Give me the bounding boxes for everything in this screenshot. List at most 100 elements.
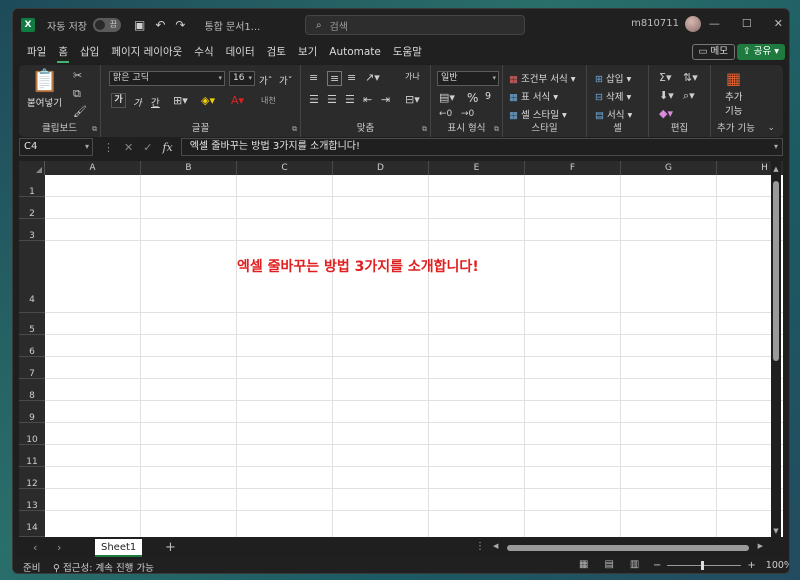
share-button[interactable]: ⇪ 공유 ▾ xyxy=(736,44,785,60)
align-right-icon[interactable]: ☰ xyxy=(345,93,355,106)
redo-icon[interactable]: ↷ xyxy=(175,18,185,32)
row-header-7[interactable]: 7 xyxy=(19,357,45,379)
name-box[interactable]: C4 ▾ xyxy=(19,138,93,156)
comments-button[interactable]: ▭ 메모 xyxy=(691,44,735,60)
save-icon[interactable]: ▣ xyxy=(134,18,145,32)
cell-styles-button[interactable]: ▦ 셀 스타일 ▾ xyxy=(509,107,567,121)
phonetic-button[interactable]: 내천 xyxy=(261,95,276,106)
undo-icon[interactable]: ↶ xyxy=(155,18,165,32)
cancel-icon[interactable]: ✕ xyxy=(124,141,133,154)
tab-home[interactable]: 홈 xyxy=(52,41,74,63)
grow-font-button[interactable]: 가ˆ xyxy=(259,73,273,87)
clipboard-launcher-icon[interactable]: ⧉ xyxy=(92,125,97,134)
select-all-corner[interactable] xyxy=(19,161,45,175)
tab-file[interactable]: 파일 xyxy=(21,41,52,63)
row-header-4[interactable]: 4 xyxy=(19,241,45,313)
maximize-icon[interactable]: ☐ xyxy=(742,17,752,30)
increase-indent-icon[interactable]: ⇥ xyxy=(381,93,390,106)
sort-filter-icon[interactable]: ⇅▾ xyxy=(683,71,698,84)
orientation-icon[interactable]: ↗▾ xyxy=(365,71,380,84)
document-name[interactable]: 통합 문서1... xyxy=(204,18,260,33)
percent-button[interactable]: % xyxy=(467,91,478,105)
cut-icon[interactable]: ✂ xyxy=(73,69,82,82)
normal-view-icon[interactable]: ▦ xyxy=(579,559,588,570)
addins-button[interactable]: 추가 기능 xyxy=(725,89,742,117)
sheet-tab-sheet1[interactable]: Sheet1 xyxy=(95,539,143,557)
autosave-toggle[interactable]: 끔 xyxy=(92,18,121,32)
delete-cells-button[interactable]: ⊟ 삭제 ▾ xyxy=(595,89,631,103)
align-center-icon[interactable]: ☰ xyxy=(327,93,337,106)
horizontal-scroll-thumb[interactable] xyxy=(507,545,749,551)
prev-sheet-icon[interactable]: ‹ xyxy=(33,541,37,554)
zoom-slider-knob[interactable] xyxy=(701,561,705,570)
clear-icon[interactable]: ◆▾ xyxy=(659,107,673,120)
wrap-text-button[interactable]: 가나 xyxy=(405,71,420,82)
row-header-1[interactable]: 1 xyxy=(19,175,45,197)
autosum-icon[interactable]: Σ▾ xyxy=(659,71,671,84)
addins-icon[interactable]: ▦ xyxy=(726,69,741,88)
increase-decimal-icon[interactable]: ←0 xyxy=(439,109,452,119)
tab-view[interactable]: 보기 xyxy=(292,41,323,63)
zoom-level[interactable]: 100% xyxy=(766,560,789,571)
row-header-12[interactable]: 12 xyxy=(19,467,45,489)
shrink-font-button[interactable]: 가ˇ xyxy=(279,73,293,87)
next-sheet-icon[interactable]: › xyxy=(57,541,61,554)
tab-split-handle[interactable]: ⋮ xyxy=(475,541,485,552)
column-header-f[interactable]: F xyxy=(525,161,621,175)
tab-page-layout[interactable]: 페이지 레이아웃 xyxy=(105,41,188,63)
row-header-5[interactable]: 5 xyxy=(19,313,45,335)
align-top-icon[interactable]: ≡ xyxy=(309,71,318,84)
border-icon[interactable]: ⊞▾ xyxy=(173,94,188,107)
close-icon[interactable]: ✕ xyxy=(774,17,783,30)
formula-input[interactable]: 엑셀 줄바꾸는 방법 3가지를 소개합니다! ▾ xyxy=(180,138,783,156)
row-header-9[interactable]: 9 xyxy=(19,401,45,423)
find-select-icon[interactable]: ⌕▾ xyxy=(683,89,695,103)
column-header-e[interactable]: E xyxy=(429,161,525,175)
ribbon-collapse-icon[interactable]: ⌄ xyxy=(767,123,775,133)
vertical-scrollbar[interactable]: ▲ ▼ xyxy=(771,161,781,537)
align-bottom-icon[interactable]: ≡ xyxy=(347,71,356,84)
tab-data[interactable]: 데이터 xyxy=(220,41,261,63)
italic-button[interactable]: 가 xyxy=(133,95,142,109)
row-header-11[interactable]: 11 xyxy=(19,445,45,467)
fill-icon[interactable]: ⬇▾ xyxy=(659,89,674,102)
paste-button[interactable]: 붙여넣기 xyxy=(27,95,62,109)
avatar[interactable] xyxy=(685,16,701,32)
row-header-3[interactable]: 3 xyxy=(19,219,45,241)
row-header-8[interactable]: 8 xyxy=(19,379,45,401)
tab-insert[interactable]: 삽입 xyxy=(74,41,105,63)
zoom-in-icon[interactable]: + xyxy=(747,560,755,571)
number-launcher-icon[interactable]: ⧉ xyxy=(494,125,499,134)
tab-review[interactable]: 검토 xyxy=(261,41,292,63)
row-header-13[interactable]: 13 xyxy=(19,489,45,511)
insert-cells-button[interactable]: ⊞ 삽입 ▾ xyxy=(595,71,631,85)
add-sheet-button[interactable]: + xyxy=(165,540,176,555)
page-layout-view-icon[interactable]: ▤ xyxy=(604,559,613,570)
scroll-right-icon[interactable]: ▶ xyxy=(758,542,763,550)
zoom-out-icon[interactable]: − xyxy=(653,560,661,571)
tab-formulas[interactable]: 수식 xyxy=(188,41,219,63)
accounting-format-icon[interactable]: ▤▾ xyxy=(439,91,455,104)
vertical-scroll-thumb[interactable] xyxy=(773,181,779,361)
scroll-left-icon[interactable]: ◀ xyxy=(493,542,498,550)
cell-area[interactable]: 엑셀 줄바꾸는 방법 3가지를 소개합니다! xyxy=(45,175,783,537)
decrease-indent-icon[interactable]: ⇤ xyxy=(363,93,372,106)
format-as-table-button[interactable]: ▦ 표 서식 ▾ xyxy=(509,89,558,103)
accessibility-status[interactable]: ⚲ 접근성: 계속 진행 가능 xyxy=(53,560,154,573)
decrease-decimal-icon[interactable]: →0 xyxy=(461,109,474,119)
worksheet-grid[interactable]: A B C D E F G H 1 2 3 4 5 6 7 8 9 10 11 … xyxy=(19,161,783,537)
cell-c4-text[interactable]: 엑셀 줄바꾸는 방법 3가지를 소개합니다! xyxy=(237,256,479,276)
underline-button[interactable]: 간 xyxy=(151,95,160,109)
row-header-2[interactable]: 2 xyxy=(19,197,45,219)
align-middle-icon[interactable]: ≡ xyxy=(327,71,343,86)
paste-icon[interactable]: 📋 xyxy=(31,69,58,94)
conditional-format-button[interactable]: ▦ 조건부 서식 ▾ xyxy=(509,71,576,85)
font-name-select[interactable]: 맑은 고딕 ▾ xyxy=(109,71,225,86)
horizontal-scrollbar[interactable]: ◀ ▶ xyxy=(493,542,763,552)
tab-help[interactable]: 도움말 xyxy=(387,41,428,63)
fill-color-icon[interactable]: ◈▾ xyxy=(201,94,215,107)
bold-button[interactable]: 가 xyxy=(111,93,126,108)
format-painter-icon[interactable]: 🖌 xyxy=(73,105,87,118)
user-name[interactable]: m810711 xyxy=(631,18,679,29)
comma-button[interactable]: 9 xyxy=(485,91,491,102)
